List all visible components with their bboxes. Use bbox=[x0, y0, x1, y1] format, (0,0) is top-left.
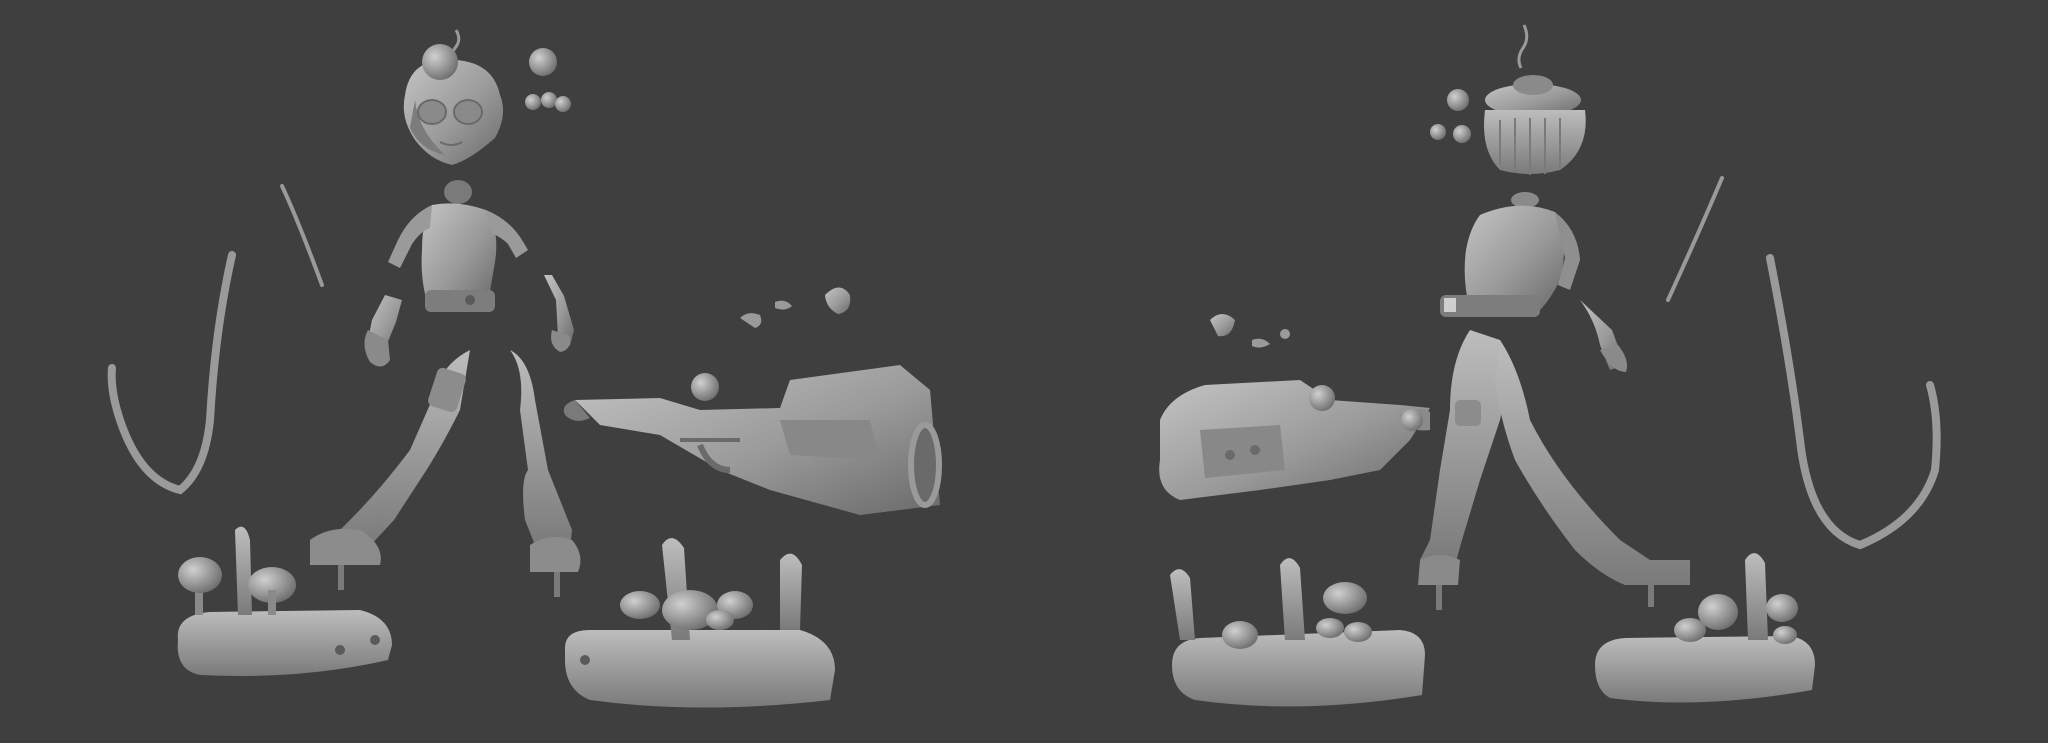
sculpt-viewport bbox=[0, 0, 2048, 743]
sculpt-render bbox=[0, 0, 2048, 743]
head-back bbox=[1484, 75, 1586, 175]
